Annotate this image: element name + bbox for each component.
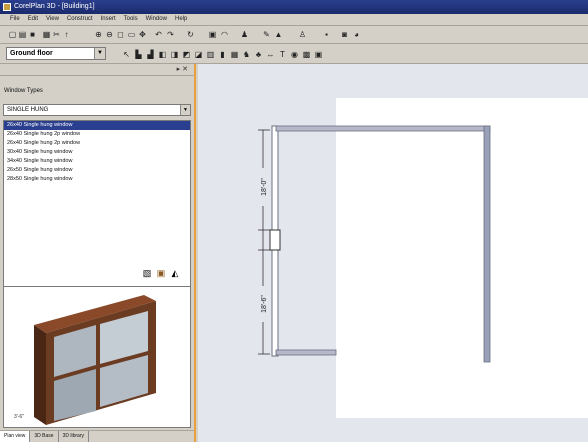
person-icon[interactable]: ♟ xyxy=(240,30,249,39)
floor-dropdown-value: Ground floor xyxy=(10,50,53,57)
floor-dropdown[interactable]: Ground floor ▼ xyxy=(6,47,106,60)
catalog-panel: ▸ ✕ Window Types SINGLE HUNG ▼ 26x40 Sin… xyxy=(0,64,196,442)
roof-tool-icon[interactable]: ◪ xyxy=(194,50,203,59)
menu-insert[interactable]: Insert xyxy=(97,14,120,25)
window-type-dropdown[interactable]: SINGLE HUNG ▼ xyxy=(3,104,191,116)
menu-tools[interactable]: Tools xyxy=(120,14,142,25)
menu-edit[interactable]: Edit xyxy=(24,14,42,25)
select-arrow-icon[interactable]: ↖ xyxy=(122,50,131,59)
new-file-icon[interactable]: ▢ xyxy=(8,30,17,39)
menu-view[interactable]: View xyxy=(42,14,63,25)
door-tool-icon[interactable]: ◧ xyxy=(158,50,167,59)
column-tool-icon[interactable]: ▮ xyxy=(218,50,227,59)
cut-icon[interactable]: ✂ xyxy=(52,30,61,39)
figure-icon[interactable]: ♙ xyxy=(298,30,307,39)
furniture-tool-icon[interactable]: ▦ xyxy=(230,50,239,59)
light-icon[interactable]: ◕ xyxy=(352,30,361,39)
text-tool-icon[interactable]: T xyxy=(278,50,287,59)
app-window: CorelPlan 3D - [Building1] File Edit Vie… xyxy=(0,0,588,442)
open-folder-icon[interactable]: ▤ xyxy=(18,30,27,39)
plant-tool-icon[interactable]: ♣ xyxy=(254,50,263,59)
dimension-tool-icon[interactable]: ↔ xyxy=(266,50,275,59)
floor-tool-icon[interactable]: ▥ xyxy=(206,50,215,59)
window-types-label: Window Types xyxy=(4,88,43,94)
window-3d-preview: 3'-6" xyxy=(3,286,191,428)
list-item[interactable]: 26x40 Single hung 2p window xyxy=(4,139,190,148)
redo-icon[interactable]: ↷ xyxy=(166,30,175,39)
material-icon[interactable]: ▲ xyxy=(274,30,283,39)
title-bar: CorelPlan 3D - [Building1] xyxy=(0,0,588,14)
catalog-actions: ▧ ▣ ◭ xyxy=(140,268,194,280)
zoom-fit-icon[interactable]: ▭ xyxy=(127,30,136,39)
render-icon[interactable]: ▣ xyxy=(208,30,217,39)
dimension-lower: 18'-6" xyxy=(261,295,268,313)
window-preview-graphic xyxy=(34,295,156,425)
menu-file[interactable]: File xyxy=(6,14,24,25)
window-type-value: SINGLE HUNG xyxy=(7,107,49,113)
camera-tool-icon[interactable]: ▣ xyxy=(314,50,323,59)
menu-window[interactable]: Window xyxy=(142,14,171,25)
panel-tabs: Plan view 3D Base 3D library xyxy=(0,430,194,442)
list-item[interactable]: 30x40 Single hung window xyxy=(4,148,190,157)
preview-scale-bar xyxy=(154,414,184,422)
save-icon[interactable]: ■ xyxy=(28,30,37,39)
orbit-icon[interactable]: ◠ xyxy=(220,30,229,39)
grid-icon[interactable]: ▪ xyxy=(322,30,331,39)
symbol-tool-icon[interactable]: ◉ xyxy=(290,50,299,59)
app-icon xyxy=(3,3,11,11)
tab-plan-view[interactable]: Plan view xyxy=(0,431,31,442)
room-tool-icon[interactable]: ▟ xyxy=(146,50,155,59)
preview-dimension: 3'-6" xyxy=(14,414,24,420)
chevron-down-icon[interactable]: ▼ xyxy=(180,105,190,115)
list-item[interactable]: 34x40 Single hung window xyxy=(4,157,190,166)
help-arrow-icon[interactable]: ↑ xyxy=(62,30,71,39)
standard-toolbar: ▢ ▤ ■ ▦ ✂ ↑ ⊕ ⊖ ◻ ▭ ✥ ↶ ↷ ↻ ▣ ◠ ♟ ✎ ▲ ♙ … xyxy=(0,26,588,44)
stair-tool-icon[interactable]: ◩ xyxy=(182,50,191,59)
window-tool-icon[interactable]: ◨ xyxy=(170,50,179,59)
list-item[interactable]: 26x50 Single hung window xyxy=(4,166,190,175)
pan-icon[interactable]: ✥ xyxy=(138,30,147,39)
properties-icon[interactable]: ▧ xyxy=(142,268,152,278)
wall-tool-icon[interactable]: ▙ xyxy=(134,50,143,59)
terrain-tool-icon[interactable]: ▩ xyxy=(302,50,311,59)
zoom-in-icon[interactable]: ⊕ xyxy=(94,30,103,39)
undo-icon[interactable]: ↶ xyxy=(154,30,163,39)
tab-3d-library[interactable]: 3D library xyxy=(59,431,89,442)
paint-bucket-icon[interactable]: ◭ xyxy=(170,268,180,278)
list-item[interactable]: 28x50 Single hung window xyxy=(4,175,190,184)
menu-bar: File Edit View Construct Insert Tools Wi… xyxy=(0,14,588,26)
print-icon[interactable]: ▦ xyxy=(42,30,51,39)
floor-plan-drawing: 18'-0" 18'-6" xyxy=(258,125,491,363)
menu-help[interactable]: Help xyxy=(171,14,191,25)
list-item[interactable]: 26x40 Single hung window xyxy=(4,121,190,130)
chevron-down-icon[interactable]: ▼ xyxy=(94,48,105,59)
panel-close-icon[interactable]: ▸ ✕ xyxy=(177,65,188,73)
window-title: CorelPlan 3D - [Building1] xyxy=(14,3,95,10)
material-swatch-icon[interactable]: ▣ xyxy=(156,268,166,278)
zoom-out-icon[interactable]: ⊖ xyxy=(105,30,114,39)
zoom-window-icon[interactable]: ◻ xyxy=(116,30,125,39)
camera-icon[interactable]: ◙ xyxy=(340,30,349,39)
figure-tool-icon[interactable]: ♞ xyxy=(242,50,251,59)
panel-header: ▸ ✕ xyxy=(0,64,194,76)
tab-3d-base[interactable]: 3D Base xyxy=(30,431,59,442)
paint-icon[interactable]: ✎ xyxy=(262,30,271,39)
dimension-upper: 18'-0" xyxy=(261,178,268,196)
construct-toolbar: Ground floor ▼ ↖ ▙ ▟ ◧ ◨ ◩ ◪ ▥ ▮ ▦ ♞ ♣ ↔… xyxy=(0,44,588,64)
redo-alt-icon[interactable]: ↻ xyxy=(186,30,195,39)
menu-construct[interactable]: Construct xyxy=(63,14,97,25)
list-item[interactable]: 26x40 Single hung 2p window xyxy=(4,130,190,139)
plan-canvas[interactable]: 18'-0" 18'-6" xyxy=(198,64,588,442)
